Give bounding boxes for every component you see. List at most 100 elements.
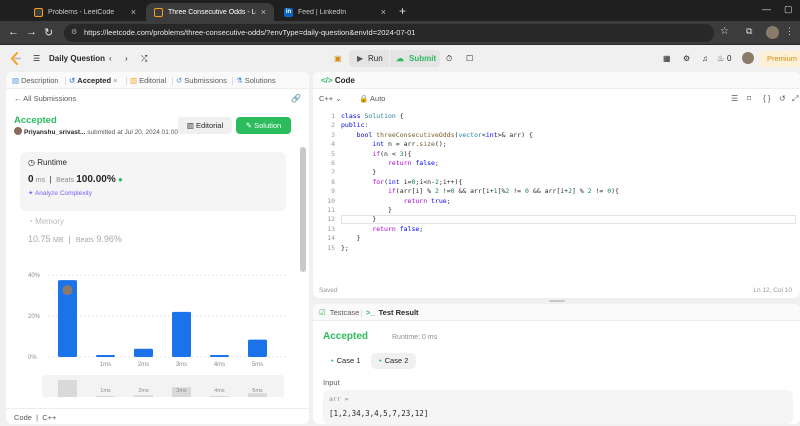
extensions-icon[interactable]: ⧉ <box>746 26 752 37</box>
memory-title[interactable]: ◔ Memory <box>28 217 64 226</box>
runtime-card[interactable]: ◷ Runtime 0 ms | Beats 100.00% ● ✦ Analy… <box>20 152 286 211</box>
format-icon[interactable]: ☰ <box>731 94 738 103</box>
share-link-icon[interactable]: 🔗 <box>291 94 301 103</box>
browser-menu-icon[interactable]: ⋮ <box>785 26 794 37</box>
input-label: Input <box>323 378 340 387</box>
shuffle-icon[interactable]: ⤮ <box>141 54 147 64</box>
bookmark-star-icon[interactable]: ☆ <box>720 26 729 37</box>
linkedin-favicon-icon: in <box>284 7 293 17</box>
leetcode-favicon-icon <box>154 7 163 17</box>
case-1-tab[interactable]: • Case 1 <box>323 353 368 369</box>
line-number: 5 <box>331 149 335 158</box>
description-icon: ▤ <box>12 76 20 85</box>
language-select[interactable]: C++ ⌄ <box>319 94 342 103</box>
fullscreen-icon[interactable]: ⤢ <box>792 94 798 104</box>
tab-test-result[interactable]: >_ Test Result <box>366 308 419 317</box>
tab-description[interactable]: ▤ Description <box>12 76 59 85</box>
analyze-complexity-link[interactable]: ✦ Analyze Complexity <box>28 189 92 197</box>
close-icon[interactable]: × <box>131 7 136 17</box>
user-avatar[interactable] <box>742 52 754 64</box>
close-icon[interactable]: × <box>381 7 386 17</box>
cursor-position: Ln 12, Col 10 <box>753 287 792 294</box>
overview-bar <box>134 395 153 397</box>
browser-address-bar: ← → ↻ ⚙ https://leetcode.com/problems/th… <box>0 21 800 45</box>
bar-3ms[interactable] <box>172 311 191 357</box>
y-tick-label: 20% <box>28 314 41 320</box>
line-number: 14 <box>327 234 335 243</box>
tab-submissions[interactable]: ↺ Submissions <box>176 76 227 85</box>
submit-button[interactable]: ☁ Submit <box>390 50 440 67</box>
pass-dot-icon: • <box>379 356 382 365</box>
panel-resize-handle[interactable] <box>549 300 565 302</box>
bar-1ms[interactable] <box>96 354 115 357</box>
tab-solutions[interactable]: ⚗ Solutions <box>236 76 276 85</box>
tab-testcase[interactable]: ☑ Testcase <box>319 308 359 317</box>
line-number-gutter: 1 2 3 4 5 6 7 8 9 10 11 12 13 14 15 <box>319 112 335 253</box>
reset-icon[interactable]: ↺ <box>779 94 786 103</box>
terminal-icon: >_ <box>366 308 375 317</box>
bookmark-icon[interactable]: ⌑ <box>747 94 751 103</box>
notifications-icon[interactable]: ♫ <box>702 54 708 63</box>
editorial-button[interactable]: ▥ Editorial <box>178 117 232 134</box>
auto-mode-toggle[interactable]: 🔒 Auto <box>359 94 385 103</box>
bar-4ms[interactable] <box>210 354 229 357</box>
leetcode-logo-icon[interactable] <box>10 52 21 65</box>
maximize-icon[interactable]: ▢ <box>784 4 793 15</box>
forward-arrow-icon[interactable]: → <box>26 26 37 38</box>
timer-icon[interactable]: ⏱ <box>446 54 452 64</box>
back-arrow-icon[interactable]: ← <box>8 26 19 38</box>
streak-flame-icon[interactable]: ♨ <box>717 54 724 63</box>
close-icon[interactable]: × <box>113 76 117 85</box>
line-number: 8 <box>331 177 335 186</box>
code-editor[interactable]: class Solution { public: bool threeConse… <box>341 112 619 253</box>
code-panel-header: </> Code <box>313 72 800 89</box>
browser-tab-problems[interactable]: Problems - LeetCode × <box>26 3 144 21</box>
tab-editorial[interactable]: ▥ Editorial <box>130 76 166 85</box>
overview-bar <box>210 396 229 397</box>
overview-bar <box>58 380 77 397</box>
url-input[interactable]: ⚙ https://leetcode.com/problems/three-co… <box>64 24 714 42</box>
play-icon: ▶ <box>357 54 364 63</box>
line-number: 11 <box>327 206 335 215</box>
next-problem-icon[interactable]: › <box>125 54 128 63</box>
line-number: 4 <box>331 140 335 149</box>
brackets-icon[interactable]: { } <box>763 94 771 103</box>
test-result-panel: ☑ Testcase >_ Test Result Accepted Runti… <box>313 304 800 424</box>
save-status: Saved <box>319 287 338 294</box>
left-panel-scrollbar[interactable] <box>300 147 306 272</box>
settings-icon[interactable]: ⚙ <box>683 54 690 63</box>
reload-icon[interactable]: ↻ <box>44 26 53 39</box>
problem-list-icon[interactable]: ☰ <box>33 54 40 63</box>
tab-accepted[interactable]: ↺ Accepted × <box>69 76 118 85</box>
bar-2ms[interactable] <box>134 348 153 357</box>
notes-icon[interactable]: ☐ <box>466 54 473 63</box>
input-value[interactable]: [1,2,34,3,4,5,7,23,12] <box>329 409 428 418</box>
overview-tick-label: 5ms <box>252 388 263 394</box>
new-tab-button[interactable]: + <box>399 4 406 18</box>
layout-icon[interactable]: ▦ <box>663 54 671 63</box>
runtime-distribution-chart: 40% 20% 0% 1ms 2ms 3ms 4ms 5ms 1ms 2ms 3ms 4ms 5ms <box>28 273 286 397</box>
all-submissions-link[interactable]: ← All Submissions <box>14 94 76 103</box>
submission-status: Accepted <box>14 115 57 126</box>
overview-bar <box>96 396 115 397</box>
history-icon: ↺ <box>69 76 76 85</box>
profile-avatar[interactable] <box>766 26 779 39</box>
case-2-tab[interactable]: • Case 2 <box>371 353 417 369</box>
premium-button[interactable]: Premium <box>760 51 800 67</box>
bar-5ms[interactable] <box>248 339 267 357</box>
run-button[interactable]: ▶ Run <box>349 50 389 67</box>
daily-question-label[interactable]: Daily Question <box>49 54 105 63</box>
submission-panel: ▤ Description ↺ Accepted × ▥ Editorial ↺ Sub… <box>6 72 309 424</box>
solution-button[interactable]: ✎ Solution <box>236 117 291 134</box>
close-icon[interactable]: × <box>261 7 266 17</box>
debug-icon[interactable]: ▣ <box>334 54 342 63</box>
browser-tab-three-consecutive-odds[interactable]: Three Consecutive Odds - LeetC × <box>146 3 274 21</box>
line-number: 1 <box>331 112 335 120</box>
test-result-status: Accepted <box>323 331 369 342</box>
minimize-icon[interactable]: — <box>762 4 771 14</box>
browser-tab-linkedin[interactable]: in Feed | LinkedIn × <box>276 3 394 21</box>
checkbox-icon: ☑ <box>319 308 326 317</box>
prev-problem-icon[interactable]: ‹ <box>109 54 112 63</box>
site-info-icon[interactable]: ⚙ <box>71 24 77 42</box>
chart-range-slider[interactable] <box>42 375 284 397</box>
